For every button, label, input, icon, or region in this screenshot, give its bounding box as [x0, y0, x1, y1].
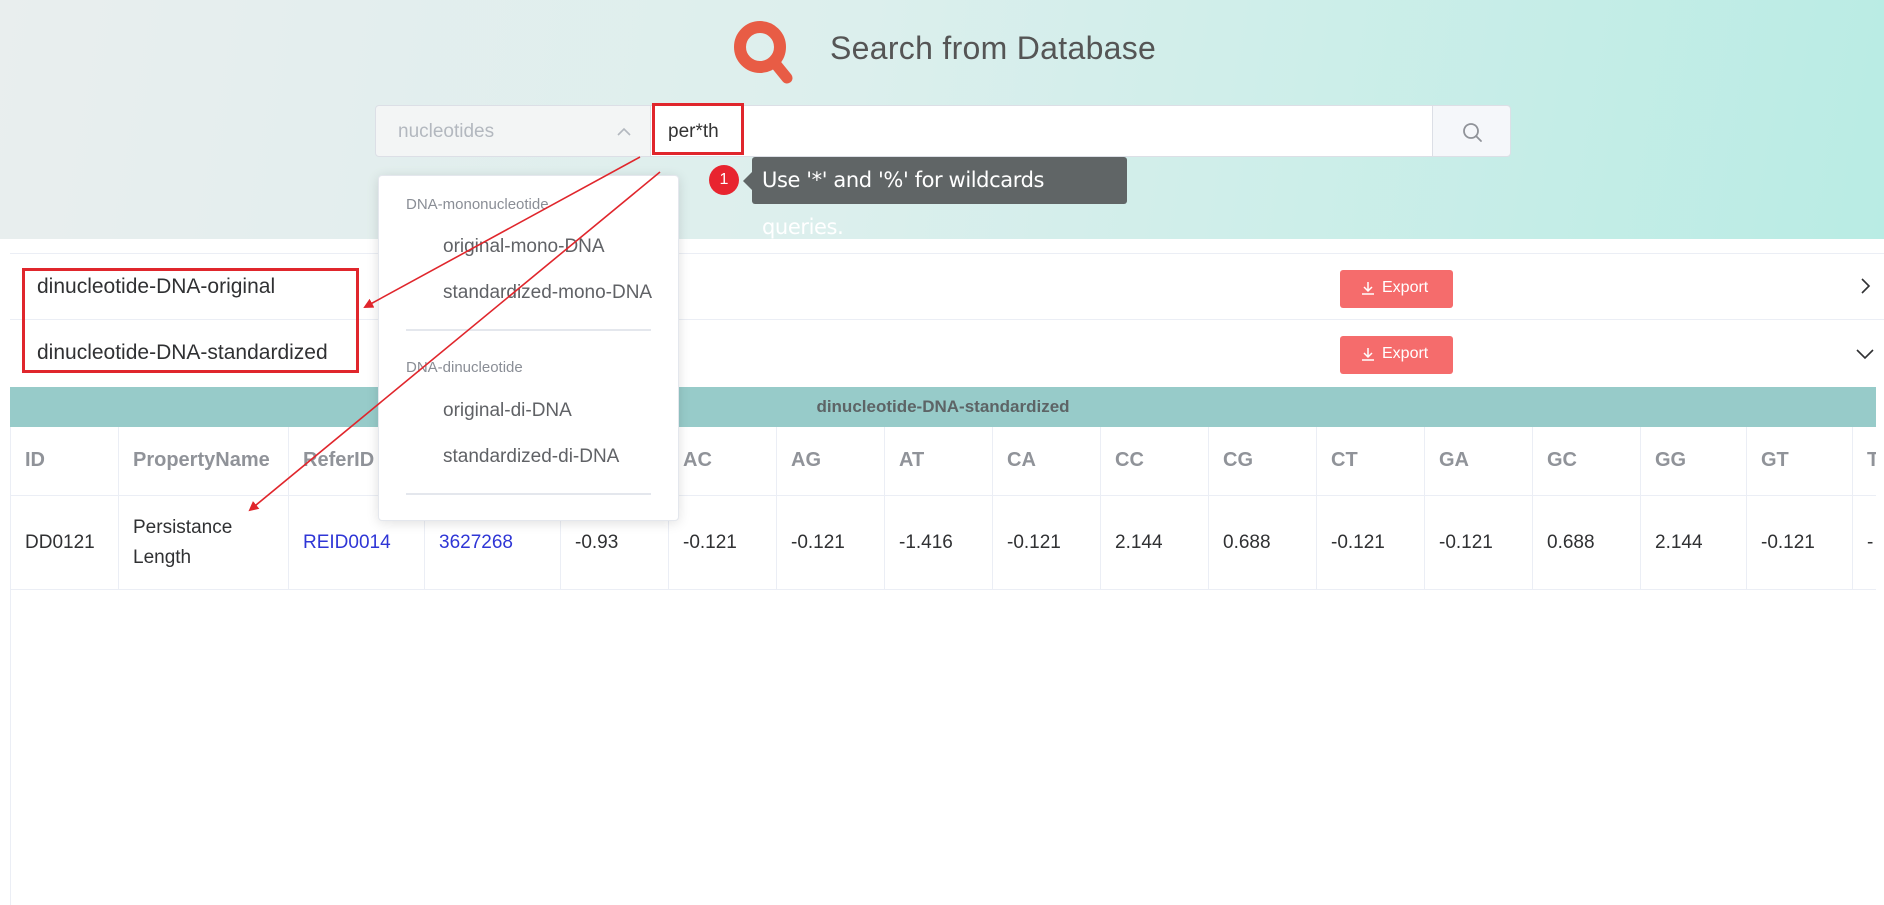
result-titles-highlight	[22, 268, 359, 373]
table-header-cell: AG	[777, 427, 885, 496]
table-cell-value: -1.416	[885, 496, 993, 590]
table-cell-value: -	[1853, 496, 1876, 590]
table-header-cell: CG	[1209, 427, 1317, 496]
table-cell-value: -0.121	[1425, 496, 1533, 590]
table-header-cell: AT	[885, 427, 993, 496]
table-cell-value: -0.121	[777, 496, 885, 590]
wildcard-tooltip: Use '*' and '%' for wildcards queries.	[743, 157, 1127, 239]
export-button-label: Export	[1382, 279, 1429, 296]
table-header-cell: GA	[1425, 427, 1533, 496]
table-header-cell: GT	[1747, 427, 1853, 496]
export-button[interactable]: Export	[1340, 270, 1453, 308]
page-title: Search from Database	[830, 30, 1157, 66]
table-header-cell: GG	[1641, 427, 1747, 496]
table-header-cell: AC	[669, 427, 777, 496]
category-dropdown: DNA-mononucleotide original-mono-DNA sta…	[378, 175, 679, 521]
chevron-right-icon[interactable]	[1855, 276, 1875, 296]
export-button-label: Export	[1382, 345, 1429, 362]
dropdown-option[interactable]: original-di-DNA	[443, 400, 572, 422]
category-select-value: nucleotides	[398, 121, 495, 142]
table-header-cell: CT	[1317, 427, 1425, 496]
table-cell-value: -0.121	[669, 496, 777, 590]
category-select[interactable]: nucleotides	[375, 105, 651, 157]
search-header: Search from Database nucleotides per*th …	[0, 0, 1884, 239]
dropdown-divider	[406, 493, 651, 495]
table-header-cell: GC	[1533, 427, 1641, 496]
table-cell-value: -0.121	[1747, 496, 1853, 590]
dropdown-option[interactable]: original-mono-DNA	[443, 236, 605, 258]
table-header-cell: CC	[1101, 427, 1209, 496]
export-button[interactable]: Export	[1340, 336, 1453, 374]
step-badge: 1	[709, 165, 739, 195]
search-button[interactable]	[1432, 105, 1511, 157]
table-cell-value: 2.144	[1101, 496, 1209, 590]
dropdown-option[interactable]: standardized-mono-DNA	[443, 282, 652, 304]
download-icon	[1362, 282, 1374, 295]
table-cell-value: 2.144	[1641, 496, 1747, 590]
magnifier-logo-icon	[734, 21, 793, 84]
table-header-cell: PropertyName	[119, 427, 289, 496]
table-cell-value: -0.121	[993, 496, 1101, 590]
table-caption: dinucleotide-DNA-standardized	[10, 387, 1876, 427]
table-cell-value: -0.121	[1317, 496, 1425, 590]
dropdown-option[interactable]: standardized-di-DNA	[443, 446, 619, 468]
dropdown-group-label: DNA-mononucleotide	[406, 196, 549, 213]
table-header-cell: TA	[1853, 427, 1876, 496]
search-input[interactable]: per*th	[651, 105, 1433, 157]
dropdown-group-label: DNA-dinucleotide	[406, 359, 523, 376]
table-cell-property-name: Persistance Length	[119, 496, 289, 590]
chevron-down-icon[interactable]	[1855, 344, 1875, 364]
download-icon	[1362, 348, 1374, 361]
table-cell-id: DD0121	[11, 496, 119, 590]
table-header-cell: ID	[11, 427, 119, 496]
dropdown-divider	[406, 329, 651, 331]
search-icon	[1463, 123, 1482, 142]
results-table: ID PropertyName ReferID AA AC AG AT CA C…	[10, 427, 1876, 905]
table-cell-value: 0.688	[1209, 496, 1317, 590]
table-cell-value: 0.688	[1533, 496, 1641, 590]
table-header-cell: CA	[993, 427, 1101, 496]
search-input-highlight	[652, 103, 744, 155]
chevron-up-icon	[617, 127, 631, 136]
